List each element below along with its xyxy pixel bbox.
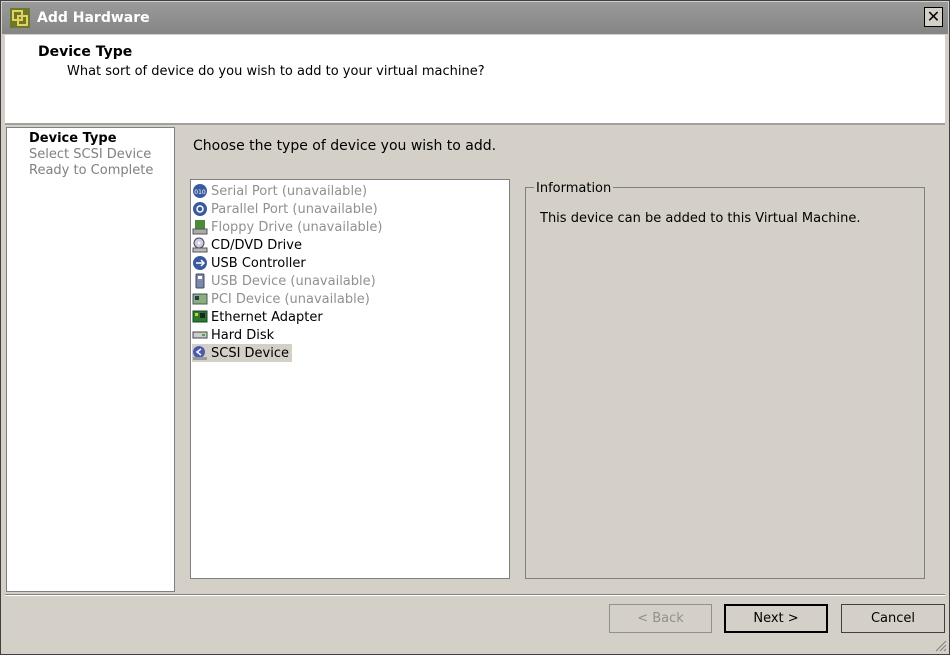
list-item-ethernet-adapter[interactable]: Ethernet Adapter	[192, 308, 326, 326]
list-item-serial-port[interactable]: 010 Serial Port (unavailable)	[192, 182, 370, 200]
instruction-text: Choose the type of device you wish to ad…	[193, 138, 497, 154]
close-button[interactable]: ✕	[924, 7, 943, 27]
step-select-scsi-device: Select SCSI Device	[29, 147, 152, 162]
list-item-parallel-port[interactable]: Parallel Port (unavailable)	[192, 200, 381, 218]
cd-dvd-drive-icon	[192, 237, 208, 253]
page-title: Device Type	[38, 44, 133, 60]
usb-device-icon	[195, 273, 205, 289]
information-legend: Information	[534, 181, 614, 196]
button-bar-divider	[5, 594, 945, 596]
cancel-button[interactable]: Cancel	[841, 604, 945, 633]
list-item-usb-device[interactable]: USB Device (unavailable)	[192, 272, 379, 290]
ethernet-adapter-icon	[192, 310, 208, 323]
title-bar[interactable]: Add Hardware ✕	[2, 2, 948, 34]
list-item-pci-device[interactable]: PCI Device (unavailable)	[192, 290, 373, 308]
serial-port-icon: 010	[193, 184, 207, 198]
pci-device-icon	[192, 293, 208, 305]
list-item-cd-dvd-drive[interactable]: CD/DVD Drive	[192, 236, 305, 254]
parallel-port-icon	[193, 202, 207, 216]
list-item-scsi-device[interactable]: SCSI Device	[192, 344, 293, 362]
window-title: Add Hardware	[37, 10, 150, 26]
information-groupbox	[525, 187, 925, 579]
add-hardware-window: Add Hardware ✕ Device Type What sort of …	[0, 0, 950, 655]
next-button[interactable]: Next >	[724, 604, 828, 633]
wizard-header: Device Type What sort of device do you w…	[5, 35, 945, 125]
floppy-drive-icon	[192, 220, 208, 235]
device-type-list[interactable]: 010 Serial Port (unavailable) Parallel P…	[190, 179, 510, 579]
resize-grip-icon[interactable]	[935, 640, 947, 652]
scsi-device-icon	[193, 346, 207, 360]
list-item-usb-controller[interactable]: USB Controller	[192, 254, 309, 272]
svg-text:010: 010	[194, 189, 206, 196]
vmware-logo-icon	[10, 8, 30, 28]
hard-disk-icon	[192, 331, 208, 339]
list-item-floppy-drive[interactable]: Floppy Drive (unavailable)	[192, 218, 385, 236]
page-subtitle: What sort of device do you wish to add t…	[67, 64, 485, 79]
close-icon: ✕	[926, 7, 941, 26]
wizard-steps-panel: Device Type Select SCSI Device Ready to …	[6, 127, 175, 592]
information-text: This device can be added to this Virtual…	[540, 211, 861, 226]
step-ready-to-complete: Ready to Complete	[29, 163, 154, 178]
usb-controller-icon	[193, 256, 207, 270]
step-device-type: Device Type	[29, 131, 117, 146]
back-button[interactable]: < Back	[609, 604, 712, 633]
list-item-hard-disk[interactable]: Hard Disk	[192, 326, 277, 344]
